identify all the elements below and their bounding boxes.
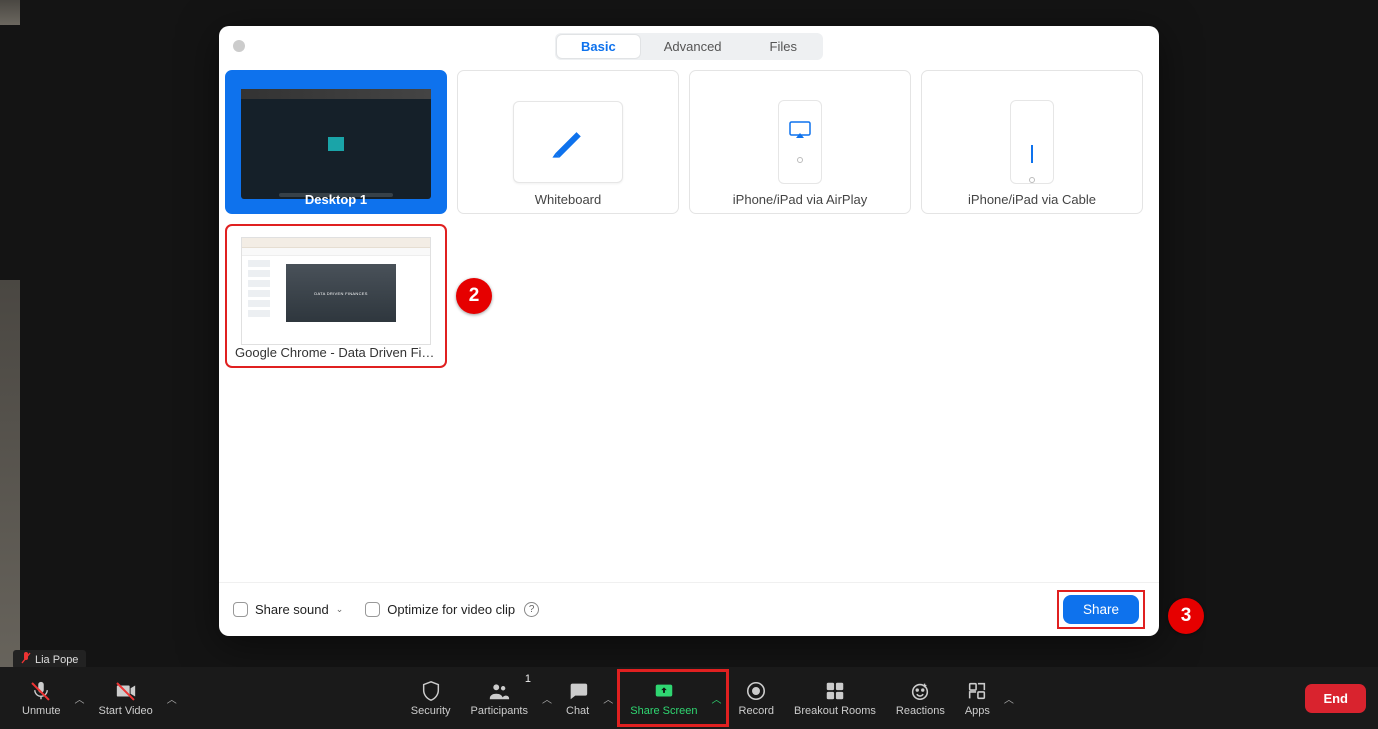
shield-icon xyxy=(420,680,442,702)
tile-label: Whiteboard xyxy=(458,192,678,207)
chevron-up-icon[interactable]: ︿ xyxy=(599,691,617,706)
desktop-thumbnail xyxy=(241,89,431,199)
unmute-button[interactable]: Unmute xyxy=(12,671,71,725)
toolbar-label: Unmute xyxy=(22,705,61,717)
chevron-up-icon[interactable]: ︿ xyxy=(538,691,556,706)
tab-advanced[interactable]: Advanced xyxy=(640,35,746,58)
share-option-desktop[interactable]: Desktop 1 xyxy=(225,70,447,214)
dialog-body: Desktop 1 Whiteboard iPhone/iPad via Air… xyxy=(219,66,1159,582)
tile-label: Google Chrome - Data Driven Fina... xyxy=(227,345,445,360)
phone-cable-icon xyxy=(1010,100,1054,184)
record-button[interactable]: Record xyxy=(729,671,784,725)
security-button[interactable]: Security xyxy=(401,671,461,725)
reactions-icon xyxy=(909,680,931,702)
share-screen-highlight: Share Screen ︿ xyxy=(617,669,728,727)
share-options-grid: Desktop 1 Whiteboard iPhone/iPad via Air… xyxy=(225,70,1153,368)
start-video-button[interactable]: Start Video xyxy=(89,671,163,725)
chat-button[interactable]: Chat xyxy=(556,671,599,725)
toolbar-label: Chat xyxy=(566,705,589,717)
checkbox-icon xyxy=(365,602,380,617)
share-button[interactable]: Share xyxy=(1063,595,1139,624)
toolbar-label: Security xyxy=(411,705,451,717)
bg-decor xyxy=(0,0,20,25)
chevron-up-icon[interactable]: ︿ xyxy=(71,691,89,706)
apps-button[interactable]: Apps xyxy=(955,671,1000,725)
meeting-toolbar: Unmute ︿ Start Video ︿ Security 1 Partic… xyxy=(0,667,1378,729)
close-icon[interactable] xyxy=(233,40,245,52)
toolbar-label: Share Screen xyxy=(630,705,697,717)
toolbar-label: Record xyxy=(739,705,774,717)
share-button-highlight: Share xyxy=(1057,590,1145,629)
participants-button[interactable]: 1 Participants xyxy=(461,671,538,725)
whiteboard-icon xyxy=(513,101,623,183)
optimize-video-checkbox[interactable]: Optimize for video clip ? xyxy=(365,602,539,617)
share-screen-icon xyxy=(653,680,675,702)
tile-label: iPhone/iPad via AirPlay xyxy=(690,192,910,207)
end-button[interactable]: End xyxy=(1305,684,1366,713)
chevron-up-icon[interactable]: ︿ xyxy=(708,691,726,706)
dialog-header: Basic Advanced Files xyxy=(219,26,1159,66)
chevron-down-icon[interactable]: ⌄ xyxy=(336,604,344,615)
share-screen-dialog: Basic Advanced Files Desktop 1 Whiteboar… xyxy=(219,26,1159,636)
tile-label: iPhone/iPad via Cable xyxy=(922,192,1142,207)
tab-basic[interactable]: Basic xyxy=(557,35,640,58)
help-icon[interactable]: ? xyxy=(524,602,539,617)
apps-icon xyxy=(966,680,988,702)
toolbar-label: Breakout Rooms xyxy=(794,705,876,717)
annotation-2: 2 xyxy=(456,278,492,314)
tab-files[interactable]: Files xyxy=(746,35,821,58)
slide-title: DATA DRIVEN FINANCES xyxy=(314,291,367,296)
reactions-button[interactable]: Reactions xyxy=(886,671,955,725)
toolbar-label: Reactions xyxy=(896,705,945,717)
toolbar-label: Participants xyxy=(471,705,528,717)
tab-segmented-control: Basic Advanced Files xyxy=(555,33,823,60)
checkbox-label: Optimize for video clip xyxy=(387,602,515,617)
participants-icon xyxy=(488,680,510,702)
record-icon xyxy=(745,680,767,702)
toolbar-label: Start Video xyxy=(99,705,153,717)
share-screen-button[interactable]: Share Screen xyxy=(620,671,707,725)
chevron-up-icon[interactable]: ︿ xyxy=(163,691,181,706)
share-option-airplay[interactable]: iPhone/iPad via AirPlay xyxy=(689,70,911,214)
tile-label: Desktop 1 xyxy=(226,192,446,207)
annotation-3: 3 xyxy=(1168,598,1204,634)
dialog-footer: Share sound ⌄ Optimize for video clip ? … xyxy=(219,582,1159,636)
participants-count: 1 xyxy=(525,673,531,685)
video-off-icon xyxy=(115,680,137,702)
chevron-up-icon[interactable]: ︿ xyxy=(1000,691,1018,706)
chat-icon xyxy=(567,680,589,702)
mic-muted-icon xyxy=(21,652,31,667)
share-sound-checkbox[interactable]: Share sound ⌄ xyxy=(233,602,343,617)
share-option-cable[interactable]: iPhone/iPad via Cable xyxy=(921,70,1143,214)
checkbox-icon xyxy=(233,602,248,617)
participant-name: Lia Pope xyxy=(35,654,78,666)
breakout-rooms-button[interactable]: Breakout Rooms xyxy=(784,671,886,725)
toolbar-label: Apps xyxy=(965,705,990,717)
breakout-rooms-icon xyxy=(824,680,846,702)
phone-icon xyxy=(778,100,822,184)
share-option-whiteboard[interactable]: Whiteboard xyxy=(457,70,679,214)
chrome-window-thumbnail: DATA DRIVEN FINANCES xyxy=(241,237,431,345)
share-option-chrome-window[interactable]: DATA DRIVEN FINANCES Google Chrome - Dat… xyxy=(225,224,447,368)
checkbox-label: Share sound xyxy=(255,602,329,617)
microphone-muted-icon xyxy=(30,680,52,702)
